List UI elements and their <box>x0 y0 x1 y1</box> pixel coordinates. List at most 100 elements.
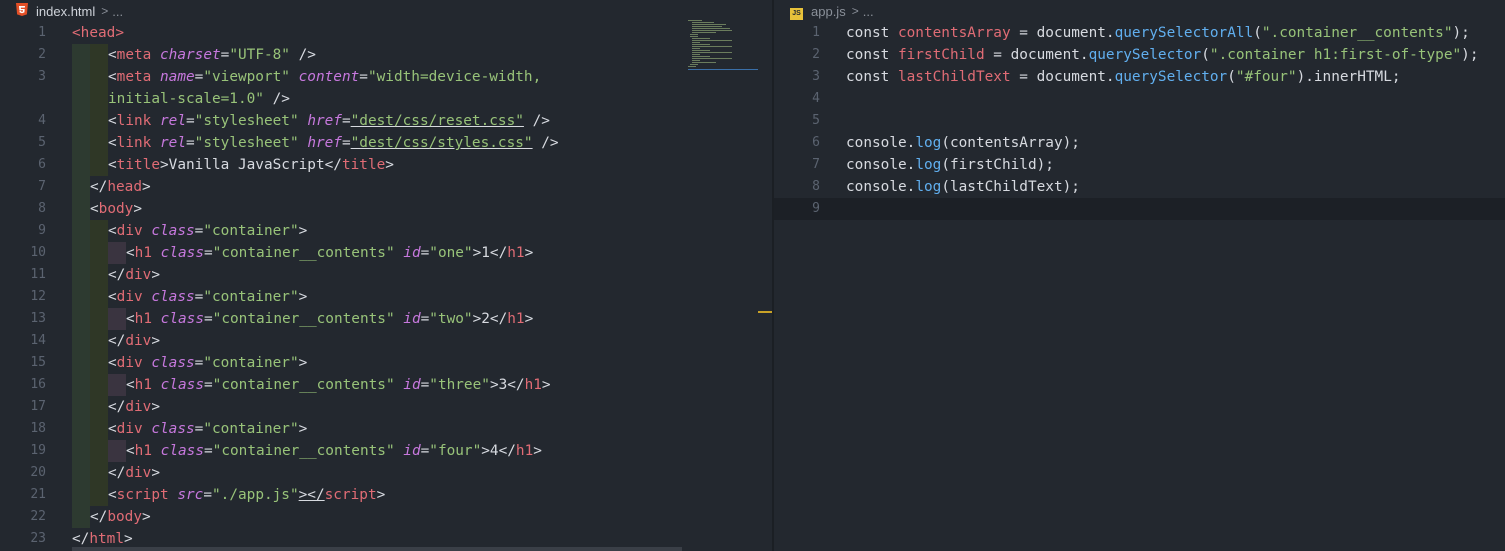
code-text: </body> <box>90 506 151 528</box>
code-token: class <box>160 377 204 393</box>
indent-guide <box>72 66 90 88</box>
code-token: log <box>915 179 942 195</box>
line-number: 5 <box>38 135 46 150</box>
minimap-line <box>692 26 722 27</box>
minimap-viewport[interactable] <box>688 69 758 70</box>
indent-guide <box>90 352 108 374</box>
js-file-icon-label: JS <box>790 7 803 20</box>
minimap-line <box>692 30 732 31</box>
minimap[interactable] <box>688 20 758 70</box>
code-token: console. <box>846 179 916 195</box>
minimap-line <box>692 42 700 43</box>
breadcrumb: JS app.js > ... <box>774 0 1505 22</box>
html5-icon <box>16 3 28 19</box>
code-line[interactable]: 1 const contentsArray = document.querySel… <box>774 22 1505 44</box>
code-token: "width=device-width, <box>367 69 542 85</box>
code-token: </ <box>90 179 108 195</box>
editor-pane-app-js[interactable]: JS app.js > ... 1 const contentsArray = d… <box>774 0 1505 551</box>
code-text: <title>Vanilla JavaScript</title> <box>108 154 394 176</box>
code-token: > <box>298 223 308 239</box>
code-token: class <box>151 355 195 371</box>
code-line[interactable]: 7 console.log(firstChild); <box>774 154 1505 176</box>
code-text: const contentsArray = document.querySele… <box>846 22 1470 44</box>
code-token: "one" <box>429 245 473 261</box>
line-number: 4 <box>812 91 820 106</box>
code-token: < <box>108 69 117 85</box>
code-token: < <box>126 245 135 261</box>
code-token: < <box>108 421 117 437</box>
code-token: = <box>341 135 351 151</box>
code-token: (lastChildText); <box>941 179 1080 195</box>
indent-guide <box>72 352 90 374</box>
minimap-line <box>692 40 732 41</box>
code-token: class <box>160 443 204 459</box>
code-token: > <box>151 267 160 283</box>
code-token: ).innerHTML; <box>1296 69 1401 85</box>
line-number: 12 <box>30 289 46 304</box>
minimap-line <box>690 36 698 37</box>
code-token: < <box>108 487 117 503</box>
code-line[interactable]: 5 <box>774 110 1505 132</box>
code-text: <body> <box>90 198 142 220</box>
indent-guide <box>108 440 126 462</box>
code-token: /> <box>532 135 559 151</box>
code-token: > <box>298 355 308 371</box>
code-line[interactable]: 3 const lastChildText = document.querySel… <box>774 66 1505 88</box>
breadcrumb-file[interactable]: app.js <box>811 4 846 19</box>
code-token: id <box>403 443 421 459</box>
line-number: 3 <box>38 69 46 84</box>
breadcrumb-file[interactable]: index.html <box>36 4 95 19</box>
horizontal-scrollbar[interactable] <box>72 547 682 551</box>
indent-guide <box>90 418 108 440</box>
editor-pane-index-html[interactable]: index.html > ... 1 <head> 2 <meta charset="… <box>0 0 772 551</box>
code-token: "container" <box>203 355 299 371</box>
code-token: id <box>403 311 421 327</box>
minimap-line <box>692 58 732 59</box>
code-token: class <box>160 311 204 327</box>
code-line[interactable]: 4 <box>774 88 1505 110</box>
code-token: title <box>341 157 386 173</box>
indent-guide <box>72 484 90 506</box>
code-line[interactable]: 2 const firstChild = document.querySelect… <box>774 44 1505 66</box>
code-token: "container__contents" <box>212 311 404 327</box>
code-token: > <box>524 311 534 327</box>
breadcrumb-separator: > <box>101 4 109 18</box>
code-token: script <box>324 487 377 503</box>
code-token: "UTF-8" <box>229 47 290 63</box>
code-token: >3</ <box>489 377 525 393</box>
code-token: div <box>125 399 152 415</box>
code-token: = <box>420 377 430 393</box>
code-line[interactable]: 8 console.log(lastChildText); <box>774 176 1505 198</box>
minimap-line <box>692 38 710 39</box>
code-token: content <box>298 69 360 85</box>
indent-guide <box>72 396 90 418</box>
code-text: <link rel="stylesheet" href="dest/css/st… <box>108 132 559 154</box>
code-token: querySelectorAll <box>1114 25 1254 41</box>
line-number: 13 <box>30 311 46 326</box>
code-token: "four" <box>429 443 482 459</box>
code-token: (firstChild); <box>941 157 1054 173</box>
code-token: = <box>186 135 195 151</box>
code-line[interactable]: 9 <box>774 198 1505 220</box>
breadcrumb: index.html > ... <box>0 0 772 22</box>
code-text: </div> <box>108 330 160 352</box>
code-token: </ <box>108 465 126 481</box>
line-number: 6 <box>38 157 46 172</box>
code-editor-js[interactable]: 1 const contentsArray = document.querySel… <box>774 22 1505 220</box>
breadcrumb-more[interactable]: ... <box>112 4 123 19</box>
code-token: meta <box>116 69 160 85</box>
code-line[interactable]: 6 console.log(contentsArray); <box>774 132 1505 154</box>
code-token: = <box>420 245 430 261</box>
code-text: const firstChild = document.querySelecto… <box>846 44 1479 66</box>
code-token: < <box>108 113 117 129</box>
breadcrumb-more[interactable]: ... <box>863 4 874 19</box>
code-token: ".container h1:first-of-type" <box>1209 47 1462 63</box>
code-text: </head> <box>90 176 151 198</box>
code-token: "#four" <box>1235 69 1297 85</box>
code-token: ".container__contents" <box>1261 25 1453 41</box>
code-token: div <box>125 333 152 349</box>
code-token: "container__contents" <box>212 377 404 393</box>
minimap-line <box>692 56 710 57</box>
code-token: > <box>151 333 160 349</box>
minimap-line <box>692 44 710 45</box>
